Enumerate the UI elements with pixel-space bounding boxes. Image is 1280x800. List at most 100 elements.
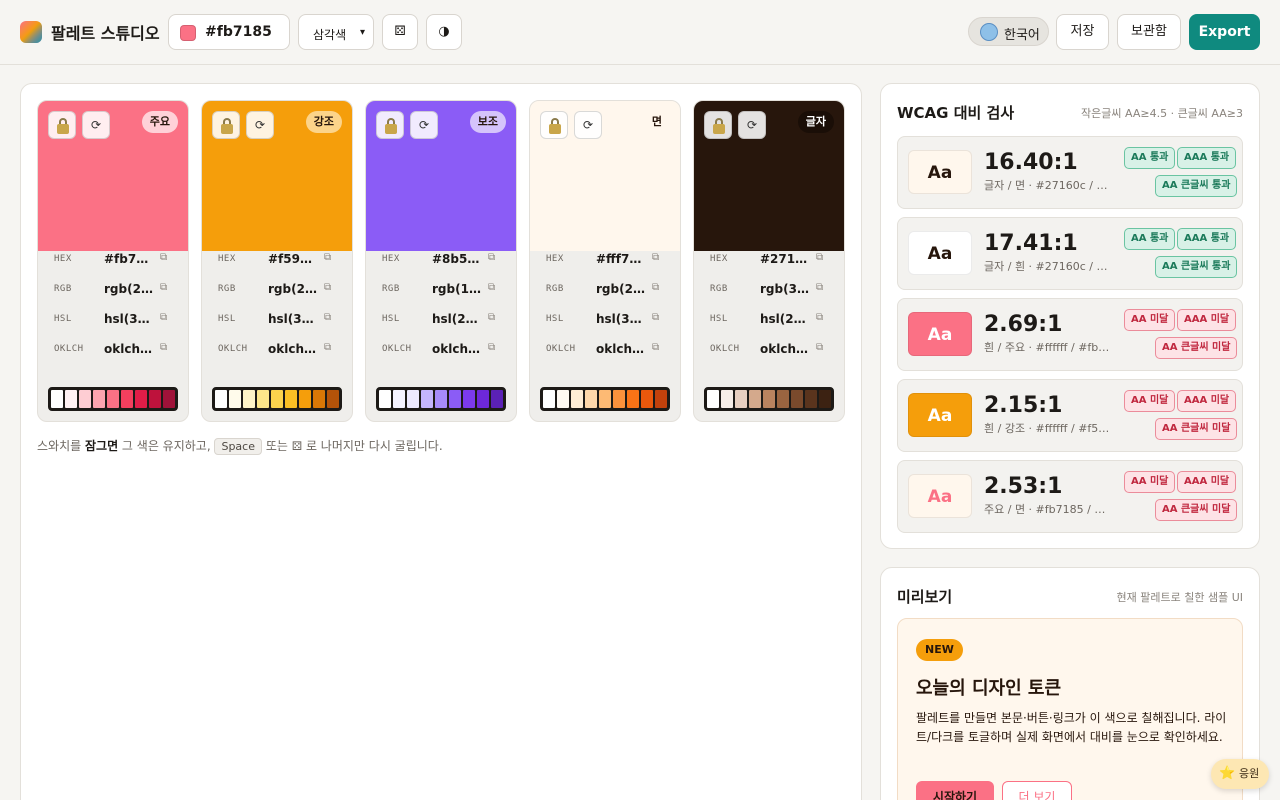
reroll-button[interactable]: ⟳: [574, 111, 602, 139]
contrast-row: Aa 2.69:1 흰 / 주요 · #ffffff / #fb7185 AA 미달 A…: [897, 298, 1243, 371]
theme-toggle-button[interactable]: ◑: [426, 14, 462, 50]
library-button[interactable]: 보관함: [1117, 14, 1181, 50]
copy-icon[interactable]: ⧉: [816, 282, 823, 293]
reroll-button[interactable]: ⟳: [410, 111, 438, 139]
row-label: OKLCH: [546, 344, 576, 354]
shade-swatch[interactable]: [51, 390, 63, 408]
shade-swatch[interactable]: [393, 390, 405, 408]
base-color-hex[interactable]: #fb7185: [205, 24, 272, 40]
copy-icon[interactable]: ⧉: [652, 342, 659, 353]
shade-swatch[interactable]: [107, 390, 119, 408]
copy-icon[interactable]: ⧉: [160, 312, 167, 323]
reroll-button[interactable]: ⟳: [738, 111, 766, 139]
shade-swatch[interactable]: [599, 390, 611, 408]
shade-swatch[interactable]: [585, 390, 597, 408]
more-button[interactable]: 더 보기: [1002, 781, 1072, 800]
copy-icon[interactable]: ⧉: [160, 252, 167, 263]
shade-swatch[interactable]: [763, 390, 775, 408]
shade-swatch[interactable]: [613, 390, 625, 408]
shade-swatch[interactable]: [777, 390, 789, 408]
shade-swatch[interactable]: [327, 390, 339, 408]
copy-icon[interactable]: ⧉: [324, 252, 331, 263]
row-value: oklch(…: [596, 342, 646, 356]
shade-swatch[interactable]: [477, 390, 489, 408]
copy-icon[interactable]: ⧉: [324, 282, 331, 293]
color-swatch[interactable]: ⟳ 보조: [366, 101, 516, 251]
shade-swatch[interactable]: [257, 390, 269, 408]
shade-swatch[interactable]: [655, 390, 667, 408]
shade-swatch[interactable]: [571, 390, 583, 408]
shade-swatch[interactable]: [163, 390, 175, 408]
copy-icon[interactable]: ⧉: [652, 282, 659, 293]
shade-swatch[interactable]: [435, 390, 447, 408]
start-button[interactable]: 시작하기: [916, 781, 994, 800]
shade-swatch[interactable]: [491, 390, 503, 408]
copy-icon[interactable]: ⧉: [160, 282, 167, 293]
shade-swatch[interactable]: [379, 390, 391, 408]
shade-swatch[interactable]: [407, 390, 419, 408]
shade-swatch[interactable]: [557, 390, 569, 408]
copy-icon[interactable]: ⧉: [488, 312, 495, 323]
shade-swatch[interactable]: [299, 390, 311, 408]
support-button[interactable]: ⭐ 응원: [1211, 759, 1269, 789]
base-color-swatch[interactable]: [180, 25, 196, 41]
shade-swatch[interactable]: [707, 390, 719, 408]
shade-swatch[interactable]: [229, 390, 241, 408]
copy-icon[interactable]: ⧉: [816, 342, 823, 353]
randomize-button[interactable]: ⚄: [382, 14, 418, 50]
shade-swatch[interactable]: [543, 390, 555, 408]
copy-icon[interactable]: ⧉: [816, 252, 823, 263]
copy-icon[interactable]: ⧉: [324, 342, 331, 353]
shade-swatch[interactable]: [735, 390, 747, 408]
base-color-input[interactable]: #fb7185: [168, 14, 290, 50]
save-button[interactable]: 저장: [1056, 14, 1109, 50]
shade-swatch[interactable]: [463, 390, 475, 408]
lock-button[interactable]: [540, 111, 568, 139]
shade-swatch[interactable]: [421, 390, 433, 408]
shade-swatch[interactable]: [641, 390, 653, 408]
lock-button[interactable]: [48, 111, 76, 139]
shade-swatch[interactable]: [749, 390, 761, 408]
color-swatch[interactable]: ⟳ 면: [530, 101, 680, 251]
export-button[interactable]: Export: [1189, 14, 1260, 50]
shade-swatch[interactable]: [243, 390, 255, 408]
color-swatch[interactable]: ⟳ 글자: [694, 101, 844, 251]
shade-swatch[interactable]: [449, 390, 461, 408]
reroll-button[interactable]: ⟳: [246, 111, 274, 139]
shade-swatch[interactable]: [65, 390, 77, 408]
lock-icon: [221, 118, 233, 134]
copy-icon[interactable]: ⧉: [652, 312, 659, 323]
lock-button[interactable]: [704, 111, 732, 139]
copy-icon[interactable]: ⧉: [160, 342, 167, 353]
lock-button[interactable]: [212, 111, 240, 139]
shade-swatch[interactable]: [285, 390, 297, 408]
role-badge: 글자: [797, 111, 834, 133]
scheme-select[interactable]: 삼각색 ▾: [298, 14, 374, 50]
lock-button[interactable]: [376, 111, 404, 139]
shade-swatch[interactable]: [135, 390, 147, 408]
copy-icon[interactable]: ⧉: [488, 252, 495, 263]
copy-icon[interactable]: ⧉: [816, 312, 823, 323]
color-swatch[interactable]: ⟳ 주요: [38, 101, 188, 251]
shade-strip: [376, 387, 506, 411]
contrast-pair: 흰 / 강조 · #ffffff / #f59e0b: [984, 422, 1114, 435]
shade-swatch[interactable]: [805, 390, 817, 408]
shade-swatch[interactable]: [149, 390, 161, 408]
shade-swatch[interactable]: [313, 390, 325, 408]
reroll-button[interactable]: ⟳: [82, 111, 110, 139]
shade-swatch[interactable]: [215, 390, 227, 408]
copy-icon[interactable]: ⧉: [324, 312, 331, 323]
color-swatch[interactable]: ⟳ 강조: [202, 101, 352, 251]
copy-icon[interactable]: ⧉: [488, 342, 495, 353]
shade-swatch[interactable]: [93, 390, 105, 408]
language-button[interactable]: 한국어: [968, 17, 1049, 46]
copy-icon[interactable]: ⧉: [652, 252, 659, 263]
shade-swatch[interactable]: [721, 390, 733, 408]
shade-swatch[interactable]: [79, 390, 91, 408]
copy-icon[interactable]: ⧉: [488, 282, 495, 293]
shade-swatch[interactable]: [791, 390, 803, 408]
shade-swatch[interactable]: [271, 390, 283, 408]
shade-swatch[interactable]: [627, 390, 639, 408]
shade-swatch[interactable]: [121, 390, 133, 408]
shade-swatch[interactable]: [819, 390, 831, 408]
